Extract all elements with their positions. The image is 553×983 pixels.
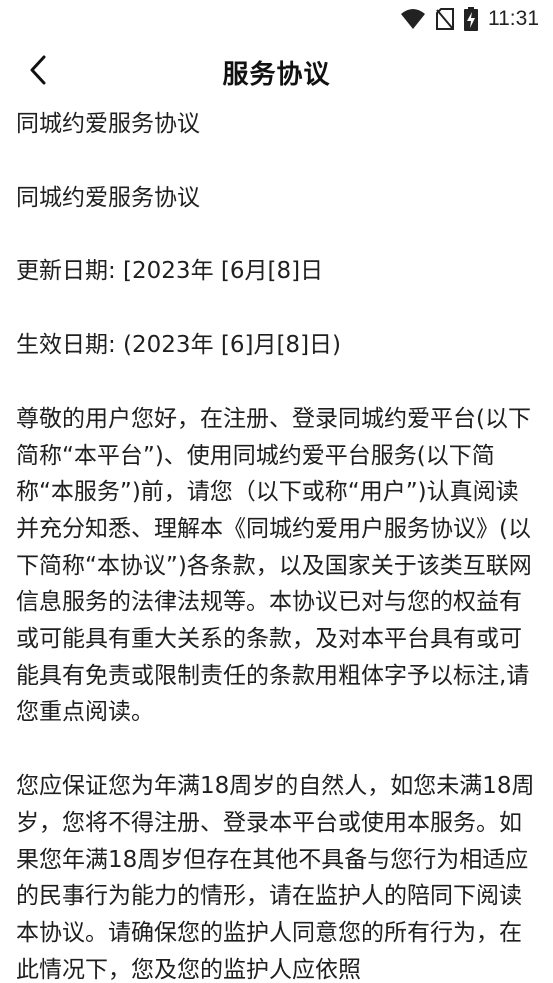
wifi-icon (400, 8, 426, 30)
page-title: 服务协议 (222, 59, 331, 90)
effective-date: 生效日期: (2023年 [6]月[8]日) (16, 332, 342, 359)
nav-bar: 服务协议 (0, 38, 553, 106)
no-sim-icon (436, 8, 454, 30)
agreement-content[interactable]: 同城约爱服务协议 同城约爱服务协议 更新日期: [2023年 [6月[8]日 生… (16, 106, 541, 983)
agreement-heading-2: 同城约爱服务协议 (16, 184, 200, 211)
battery-charging-icon (464, 7, 478, 31)
chevron-left-icon (29, 55, 47, 89)
agreement-heading-1: 同城约爱服务协议 (16, 111, 200, 137)
back-button[interactable] (18, 52, 58, 92)
update-date: 更新日期: [2023年 [6月[8]日 (16, 258, 324, 285)
status-bar: 11:31 (0, 0, 553, 38)
status-time: 11:31 (488, 7, 539, 30)
age-requirement-paragraph: 您应保证您为年满18周岁的自然人，如您未满18周岁，您将不得注册、登录本平台或使… (16, 773, 535, 983)
intro-paragraph: 尊敬的用户您好，在注册、登录同城约爱平台(以下简称“本平台”)、使用同城约爱平台… (16, 405, 532, 726)
